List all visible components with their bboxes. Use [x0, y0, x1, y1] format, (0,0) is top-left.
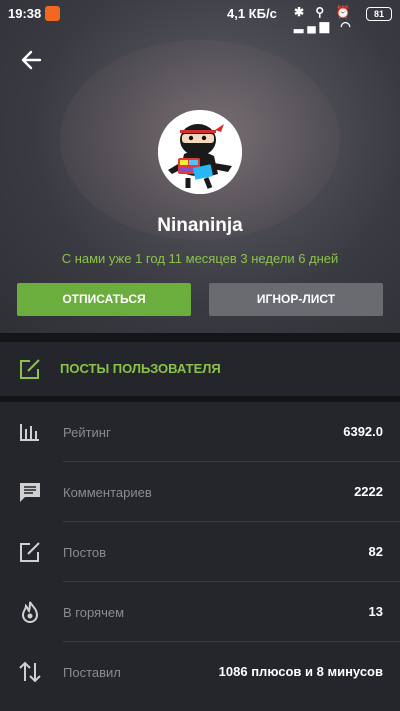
status-time: 19:38: [8, 6, 42, 21]
status-bar: 19:38 4,1 КБ/с ✱ ⚲ ⏰ ▂▄▆ ◠ 81: [0, 0, 400, 33]
stat-label: Рейтинг: [63, 425, 111, 440]
username: Ninaninja: [157, 215, 243, 236]
stat-value: 2222: [354, 484, 383, 499]
comment-icon: [20, 483, 40, 502]
unsubscribe-button[interactable]: ОТПИСАТЬСЯ: [17, 283, 191, 316]
edit-icon: [20, 359, 40, 379]
stats-list: Рейтинг 6392.0 Комментариев 2222 Постов …: [0, 402, 400, 711]
profile-header: 19:38 4,1 КБ/с ✱ ⚲ ⏰ ▂▄▆ ◠ 81 Ninaninja …: [0, 0, 400, 333]
stat-value: 6392.0: [343, 424, 383, 439]
stat-row-comments: Комментариев 2222: [0, 462, 400, 522]
divider: [0, 333, 400, 342]
app-notification-icon: [45, 6, 60, 21]
ignore-list-button[interactable]: ИГНОР-ЛИСТ: [209, 283, 383, 316]
stat-row-voted: Поставил 1086 плюсов и 8 минусов: [0, 642, 400, 702]
stat-label: Поставил: [63, 665, 121, 680]
bar-chart-icon: [20, 424, 39, 441]
stat-label: В горячем: [63, 605, 125, 620]
avatar[interactable]: [158, 110, 242, 194]
stat-value: 1086 плюсов и 8 минусов: [218, 664, 383, 679]
stat-label: Комментариев: [63, 485, 152, 500]
status-network-speed: 4,1 КБ/с: [227, 6, 277, 21]
edit-icon: [20, 542, 40, 562]
stat-row-posts: Постов 82: [0, 522, 400, 582]
stat-value: 82: [368, 544, 383, 559]
stat-row-rating: Рейтинг 6392.0: [0, 402, 400, 462]
member-since: С нами уже 1 год 11 месяцев 3 недели 6 д…: [61, 251, 339, 266]
stat-value: 13: [368, 604, 383, 619]
stat-row-hot: В горячем 13: [0, 582, 400, 642]
battery-icon: 81: [366, 7, 392, 21]
stat-label: Постов: [63, 545, 107, 560]
swap-vertical-icon: [19, 661, 41, 683]
user-posts-link[interactable]: ПОСТЫ ПОЛЬЗОВАТЕЛЯ: [0, 342, 400, 396]
user-posts-label: ПОСТЫ ПОЛЬЗОВАТЕЛЯ: [60, 361, 221, 376]
flame-icon: [21, 601, 39, 623]
back-arrow-icon[interactable]: [18, 46, 46, 74]
